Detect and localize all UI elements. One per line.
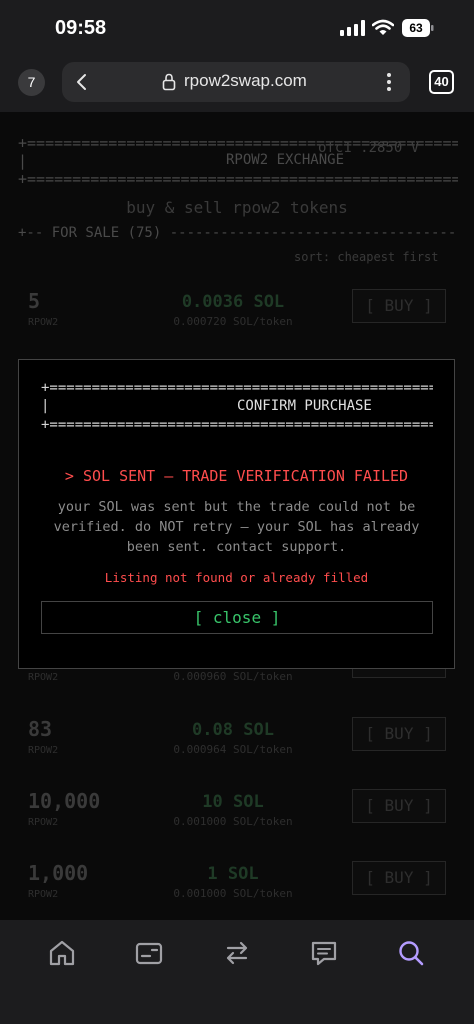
home-icon[interactable] [47,938,77,968]
listing-rate: 0.001000 SOL/token [173,887,293,900]
modal-border-bottom: +=======================================… [41,417,433,433]
listing-amount: 5 [28,289,41,313]
more-vertical-icon[interactable] [386,72,392,92]
listing-row: 5 RPOW2 0.0036 SOL 0.000720 SOL/token [ … [0,289,474,351]
header-border-bottom: +=======================================… [18,170,458,188]
buy-button[interactable]: [ BUY ] [352,289,446,323]
status-bar: 09:58 63 [0,0,474,56]
search-icon[interactable] [396,938,426,968]
tagline: buy & sell rpow2 tokens [126,198,348,217]
listing-row: 83 RPOW2 0.08 SOL 0.000964 SOL/token [ B… [0,717,474,779]
buy-button[interactable]: [ BUY ] [352,717,446,751]
browser-toolbar: 7 rpow2swap.com 40 [0,56,474,112]
wallet-icon[interactable] [134,938,164,968]
bottom-navigation [0,920,474,1024]
listing-price: 10 SOL [202,792,264,812]
listing-unit: RPOW2 [28,745,59,756]
exchange-title: RPOW2 EXCHANGE [226,152,345,168]
swap-icon[interactable] [222,938,252,968]
battery-level: 63 [409,21,423,35]
error-heading: > SOL SENT — TRADE VERIFICATION FAILED [64,467,409,485]
modal-border-bar: | [41,398,50,414]
buy-button[interactable]: [ BUY ] [352,861,446,895]
listing-price: 1 SOL [207,864,259,884]
listing-price: 0.0036 SOL [181,292,285,312]
listing-unit: RPOW2 [28,317,59,328]
buy-button[interactable]: [ BUY ] [352,789,446,823]
close-button[interactable]: [ close ] [41,601,433,634]
listing-rate: 0.000720 SOL/token [173,315,293,328]
header-border-bar: | [18,152,28,170]
status-time: 09:58 [55,17,107,39]
for-sale-header: +-- FOR SALE (75) ----------------------… [18,225,458,241]
back-icon[interactable] [74,73,88,91]
listing-row: 1,000 RPOW2 1 SOL 0.001000 SOL/token [ B… [0,861,474,920]
lock-icon [162,73,176,91]
listing-row: RPOW2 0.000960 SOL/token [ BUY ] [0,644,474,722]
url-text[interactable]: rpow2swap.com [184,71,307,91]
chat-icon[interactable] [309,938,339,968]
error-message: your SOL was sent but the trade could no… [53,499,420,555]
confirm-purchase-modal: +=======================================… [18,359,455,669]
tab-badge[interactable]: 7 [18,69,45,96]
listing-rate: 0.000964 SOL/token [173,743,293,756]
listing-unit: RPOW2 [28,672,59,683]
listing-unit: RPOW2 [28,889,59,900]
address-bar[interactable]: rpow2swap.com [62,62,410,102]
listing-rate: 0.000960 SOL/token [173,670,293,683]
tabs-count-button[interactable]: 40 [429,70,454,94]
listing-amount: 10,000 [28,789,101,813]
error-detail: Listing not found or already filled [104,570,369,585]
signal-icon [340,20,365,36]
listing-row: 10,000 RPOW2 10 SOL 0.001000 SOL/token [… [0,789,474,851]
modal-border-top: +=======================================… [41,380,433,396]
listing-amount: 83 [28,717,53,741]
listing-unit: RPOW2 [28,817,59,828]
wifi-icon [372,19,394,35]
listing-price: 0.08 SOL [192,720,274,740]
listing-rate: 0.001000 SOL/token [173,815,293,828]
listing-amount: 1,000 [28,861,89,885]
modal-title: CONFIRM PURCHASE [237,398,372,414]
sort-label[interactable]: sort: cheapest first [294,250,439,264]
